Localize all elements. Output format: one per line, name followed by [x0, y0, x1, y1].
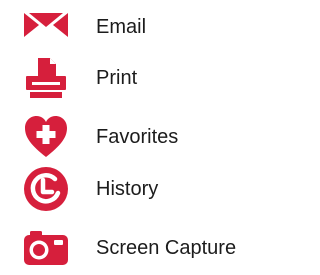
email-icon — [22, 3, 70, 51]
printer-icon — [22, 54, 70, 102]
menu-item-label: Print — [96, 67, 138, 89]
menu-item-label: Favorites — [96, 126, 179, 148]
menu-item-label: Screen Capture — [96, 237, 237, 259]
menu-item-history[interactable]: History — [0, 162, 272, 216]
camera-icon — [22, 224, 70, 272]
menu-item-label: Email — [96, 16, 147, 38]
menu-item-screen-capture[interactable]: Screen Capture — [0, 221, 272, 275]
share-menu: Email Print Favorites History Screen Cap… — [0, 0, 272, 273]
heart-plus-icon — [22, 113, 70, 161]
menu-item-print[interactable]: Print — [0, 51, 272, 105]
menu-item-email[interactable]: Email — [0, 0, 272, 54]
menu-item-label: History — [96, 178, 159, 200]
history-clock-icon — [22, 165, 70, 213]
menu-item-favorites[interactable]: Favorites — [0, 110, 272, 164]
